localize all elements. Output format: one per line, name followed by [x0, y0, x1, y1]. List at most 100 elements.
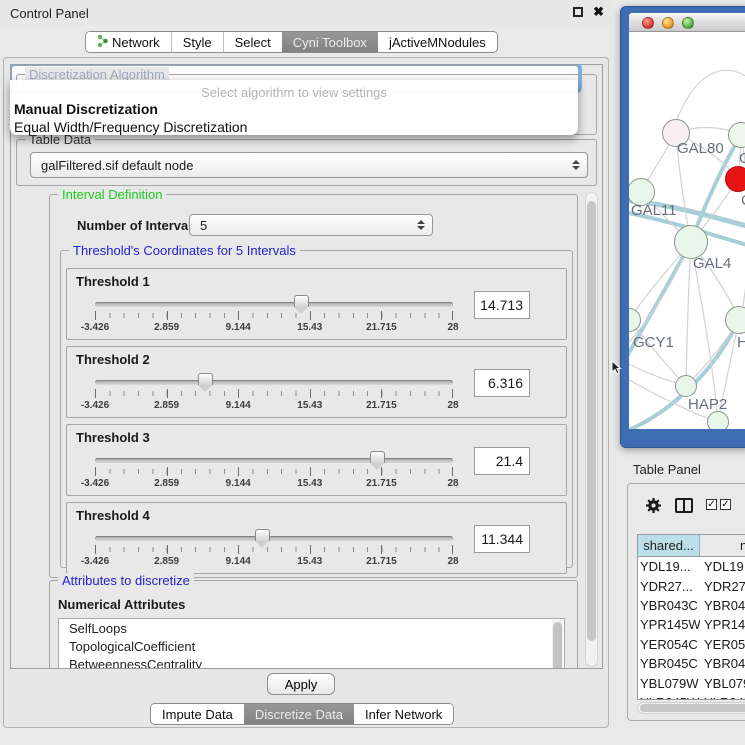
- cell-shared-name[interactable]: YDR27...: [638, 579, 700, 594]
- group-title: Attributes to discretize: [58, 573, 194, 588]
- cell-shared-name[interactable]: YPR145W: [638, 617, 700, 632]
- tab[interactable]: Style: [171, 32, 223, 52]
- cell-shared-name[interactable]: YBL079W: [638, 676, 700, 691]
- major-tick: [95, 311, 96, 320]
- major-tick: [238, 311, 239, 320]
- node-label: HAP2: [688, 396, 727, 413]
- threshold-slider[interactable]: -3.4262.8599.14415.4321.71528: [95, 377, 453, 413]
- major-tick: [167, 389, 168, 398]
- table-data-select[interactable]: galFiltered.sif default node: [30, 152, 588, 178]
- close-icon[interactable]: ✖: [593, 6, 604, 18]
- list-scrollbar[interactable]: [552, 620, 563, 669]
- table-row[interactable]: YBL079W YBL079W: [638, 673, 745, 692]
- settings-scrollbar[interactable]: [585, 192, 598, 667]
- threshold-value-field[interactable]: 14.713: [474, 291, 530, 319]
- table-row[interactable]: YBR045C YBR045C: [638, 654, 745, 673]
- tab[interactable]: Network: [86, 32, 171, 52]
- table-row[interactable]: YER054C YER054C: [638, 635, 745, 654]
- network-window-titlebar[interactable]: [629, 13, 745, 32]
- checkbox-icon[interactable]: ✓: [720, 499, 731, 510]
- cell-name[interactable]: YBL079W: [700, 676, 745, 691]
- threshold-slider[interactable]: -3.4262.8599.14415.4321.71528: [95, 533, 453, 569]
- tab[interactable]: Select: [223, 32, 282, 52]
- slider-thumb[interactable]: [294, 295, 309, 307]
- tab[interactable]: Impute Data: [151, 704, 244, 724]
- column-header-name[interactable]: n: [700, 535, 745, 556]
- major-tick: [310, 467, 311, 476]
- threshold-value-field[interactable]: 6.316: [474, 369, 530, 397]
- network-node[interactable]: [725, 166, 745, 192]
- threshold-slider[interactable]: -3.4262.8599.14415.4321.71528: [95, 455, 453, 491]
- algorithm-option[interactable]: Equal Width/Frequency Discretization: [10, 119, 578, 137]
- threshold-slider[interactable]: -3.4262.8599.14415.4321.71528: [95, 299, 453, 335]
- table-row[interactable]: YDL19... YDL19: [638, 557, 745, 576]
- cell-name[interactable]: YBR043C: [700, 598, 745, 613]
- gear-icon[interactable]: [645, 497, 662, 519]
- tab-label: Style: [183, 35, 212, 50]
- algorithm-option[interactable]: Manual Discretization: [10, 101, 578, 119]
- number-of-intervals-spinner[interactable]: 5: [189, 214, 433, 236]
- column-header-shared-name[interactable]: shared...: [638, 535, 700, 556]
- node-table[interactable]: shared... n YDL19... YDL19 YDR27... YDR2…: [637, 534, 745, 700]
- network-view-window[interactable]: GAL80GACGAL11GAL4GCY1HHAP2: [620, 6, 745, 448]
- slider-track[interactable]: [95, 458, 453, 463]
- network-node[interactable]: [725, 306, 745, 334]
- cell-name[interactable]: YLR345W: [700, 695, 745, 700]
- node-label: GCY1: [633, 334, 674, 351]
- network-canvas[interactable]: GAL80GACGAL11GAL4GCY1HHAP2: [629, 32, 745, 429]
- slider-track[interactable]: [95, 302, 453, 307]
- network-node[interactable]: [675, 375, 697, 397]
- attribute-list-item[interactable]: SelfLoops: [59, 619, 564, 637]
- zoom-traffic-light-icon[interactable]: [682, 17, 694, 29]
- tick-label: 2.859: [154, 322, 179, 333]
- apply-button[interactable]: Apply: [267, 673, 335, 695]
- stepper-icon[interactable]: [417, 220, 425, 230]
- cell-name[interactable]: YPR145W: [700, 617, 745, 632]
- cell-shared-name[interactable]: YBR045C: [638, 656, 700, 671]
- table-header[interactable]: shared... n: [638, 535, 745, 557]
- stepper-icon[interactable]: [572, 160, 580, 170]
- tab[interactable]: Cyni Toolbox: [282, 32, 378, 52]
- table-row[interactable]: YDR27... YDR27: [638, 576, 745, 595]
- network-node[interactable]: [674, 225, 708, 259]
- cell-shared-name[interactable]: YBR043C: [638, 598, 700, 613]
- cell-name[interactable]: YBR045C: [700, 656, 745, 671]
- table-row[interactable]: YBR043C YBR043C: [638, 596, 745, 615]
- attribute-list-item[interactable]: TopologicalCoefficient: [59, 637, 564, 655]
- mouse-cursor: [611, 360, 623, 381]
- major-tick: [381, 389, 382, 398]
- slider-track[interactable]: [95, 380, 453, 385]
- minimize-traffic-light-icon[interactable]: [662, 17, 674, 29]
- slider-thumb[interactable]: [198, 373, 213, 385]
- numerical-attributes-list[interactable]: SelfLoopsTopologicalCoefficientBetweenne…: [58, 618, 565, 669]
- checkbox-icon[interactable]: ✓: [706, 499, 717, 510]
- cell-shared-name[interactable]: YLR345W: [638, 695, 700, 700]
- table-row[interactable]: YPR145W YPR145W: [638, 615, 745, 634]
- tick-label: -3.426: [81, 322, 109, 333]
- cell-name[interactable]: YDR27: [700, 579, 745, 594]
- tick-label: 28: [447, 400, 458, 411]
- slider-track[interactable]: [95, 536, 453, 541]
- split-columns-icon[interactable]: [675, 498, 693, 513]
- cell-name[interactable]: YDL19: [700, 559, 745, 574]
- network-node[interactable]: [707, 411, 729, 429]
- attribute-list-item[interactable]: BetweennessCentrality: [59, 655, 564, 669]
- cell-shared-name[interactable]: YDL19...: [638, 559, 700, 574]
- panel-title: Control Panel: [10, 6, 89, 21]
- tab[interactable]: jActiveMNodules: [378, 32, 497, 52]
- table-horizontal-scrollbar[interactable]: [637, 702, 745, 714]
- algorithm-options: Manual DiscretizationEqual Width/Frequen…: [10, 101, 578, 137]
- slider-thumb[interactable]: [255, 529, 270, 541]
- tab[interactable]: Infer Network: [354, 704, 453, 724]
- table-row[interactable]: YLR345W YLR345W: [638, 693, 745, 700]
- threshold-value-field[interactable]: 21.4: [474, 447, 530, 475]
- tab[interactable]: Discretize Data: [244, 704, 354, 724]
- slider-thumb[interactable]: [370, 451, 385, 463]
- close-traffic-light-icon[interactable]: [642, 17, 654, 29]
- tab-label: Select: [235, 35, 271, 50]
- threshold-value-field[interactable]: 11.344: [474, 525, 530, 553]
- tick-label: 28: [447, 322, 458, 333]
- cell-shared-name[interactable]: YER054C: [638, 637, 700, 652]
- cell-name[interactable]: YER054C: [700, 637, 745, 652]
- float-panel-icon[interactable]: [573, 7, 583, 17]
